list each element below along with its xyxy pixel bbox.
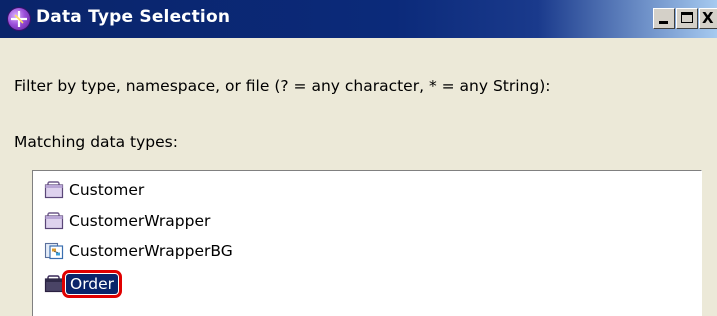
matching-data-types-label: Matching data types: [14, 133, 178, 151]
list-item-customerwrapper[interactable]: CustomerWrapper [44, 209, 213, 233]
list-item-customer[interactable]: Customer [44, 178, 147, 202]
close-icon: X [702, 9, 714, 27]
list-item-label: CustomerWrapperBG [69, 242, 233, 260]
filter-label: Filter by type, namespace, or file (? = … [14, 77, 551, 95]
list-item-label: Customer [69, 181, 145, 199]
list-item-customerwrapperbg[interactable]: CustomerWrapperBG [44, 239, 236, 263]
minimize-icon [659, 21, 668, 24]
business-graph-icon [44, 242, 64, 260]
business-object-icon [44, 181, 64, 199]
maximize-icon [681, 12, 693, 23]
title-bar[interactable]: Data Type Selection X [0, 0, 717, 38]
wid-app-icon [8, 8, 30, 30]
list-item-label: CustomerWrapper [69, 212, 211, 230]
business-object-icon [44, 212, 64, 230]
window-title: Data Type Selection [36, 7, 231, 27]
maximize-button[interactable] [676, 8, 698, 29]
business-object-icon [44, 275, 64, 293]
list-item-label: Order [61, 270, 123, 298]
list-item-order[interactable]: Order [44, 270, 123, 298]
close-button[interactable]: X [699, 8, 717, 29]
minimize-button[interactable] [653, 8, 675, 29]
matching-data-types-list[interactable]: Customer CustomerWrapper CustomerWrapper… [32, 170, 702, 316]
data-type-selection-dialog: Data Type Selection X Filter by type, na… [0, 0, 717, 316]
